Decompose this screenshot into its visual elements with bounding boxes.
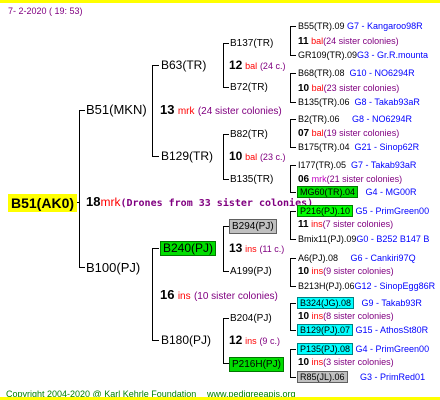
g4-entry: R85(JL).06 G3 - PrimRed01	[297, 371, 425, 384]
connector	[290, 192, 296, 193]
g3-b137-name: B137(TR)	[230, 38, 274, 49]
g2-b63-name: B63(TR)	[161, 58, 207, 72]
g2-b240-name: B240(PJ)	[160, 241, 217, 256]
connector	[223, 43, 229, 44]
g3-b82-info: 07 bal(19 sister colonies)	[298, 128, 400, 139]
g4-entry: B55(TR).09 G7 - Kangaroo98R	[298, 21, 423, 31]
g3-b137-info: 11 bal(24 sister colonies)	[298, 36, 399, 47]
connector	[290, 349, 296, 350]
connector	[290, 377, 296, 378]
connector	[223, 134, 224, 180]
connector	[79, 110, 85, 111]
g4-entry: B175(TR).04 G21 - Sinop62R	[298, 142, 420, 152]
sire-name: B51(MKN)	[86, 102, 147, 117]
connector	[290, 165, 296, 166]
g3-b204-info: 10 ins(8 sister colonies)	[298, 311, 394, 322]
connector	[290, 119, 291, 148]
connector	[290, 119, 296, 120]
connector	[223, 179, 229, 180]
root-info: 18mrk(Drones from 33 sister colonies)	[86, 195, 313, 210]
connector	[290, 55, 296, 56]
g4-entry: P216(PJ).10 G5 - PrimGreen00	[297, 205, 429, 218]
date-header: 7- 2-2020 ( 19: 53)	[8, 6, 83, 16]
g2-b129-info: 10 bal (23 c.)	[229, 149, 286, 163]
g3-p216-info: 10 ins(3 sister colonies)	[298, 357, 394, 368]
connector	[152, 248, 153, 341]
connector	[290, 73, 291, 103]
g4-entry: I177(TR).05 G7 - Takab93aR	[298, 160, 417, 170]
g3-b135-name: B135(TR)	[230, 174, 274, 185]
connector	[290, 330, 296, 331]
g3-b204-name: B204(PJ)	[230, 313, 272, 324]
g3-b82-name: B82(TR)	[230, 129, 268, 140]
root-note: (Drones from 33 sister colonies)	[120, 198, 314, 209]
connector	[223, 43, 224, 88]
dam-info: 16 ins (10 sister colonies)	[160, 287, 278, 302]
g4-entry: P135(PJ).08 G4 - PrimGreen00	[297, 343, 429, 356]
g3-b72-name: B72(TR)	[230, 82, 268, 93]
dam-name: B100(PJ)	[86, 260, 141, 275]
g4-entry: Bmix11(PJ).09G0 - B252 B147 B	[298, 234, 430, 244]
g4-entry: B213H(PJ).06G12 - SinopEgg86R	[298, 281, 436, 291]
g4-entry: B135(TR).06 G8 - Takab93aR	[298, 97, 420, 107]
connector	[290, 286, 296, 287]
g3-b135-info: 06 mrk(21 sister colonies)	[298, 174, 403, 185]
copyright-text: Copyright 2004-2020 @ Karl Kehrle Founda…	[6, 389, 197, 399]
g3-a199-info: 10 ins(9 sister colonies)	[298, 266, 394, 277]
connector	[290, 73, 296, 74]
pedigree-chart: 7- 2-2020 ( 19: 53) B51(AK0) 18mrk(Drone…	[0, 0, 440, 400]
g3-p216-name: P216H(PJ)	[229, 357, 284, 372]
g2-b63-info: 12 bal (24 c.)	[229, 58, 286, 72]
root-num: 18	[86, 194, 101, 209]
connector	[152, 65, 159, 66]
connector	[152, 340, 159, 341]
connector	[290, 258, 291, 287]
connector	[290, 239, 296, 240]
g4-entry: MG60(TR).04 G4 - MG00R	[297, 186, 417, 199]
root-queen: B51(AK0)	[8, 194, 78, 212]
g2-b240-info: 13 ins (11 c.)	[229, 241, 285, 255]
connector	[223, 226, 224, 272]
connector	[290, 26, 296, 27]
g3-a199-name: A199(PJ)	[230, 266, 272, 277]
connector	[152, 156, 159, 157]
connector	[152, 65, 153, 157]
connector	[223, 318, 229, 319]
connector	[152, 248, 159, 249]
g4-entry: B68(TR).08 G10 - NO6294R	[298, 68, 415, 78]
sire-info: 13 mrk (24 sister colonies)	[160, 102, 282, 117]
connector	[223, 318, 224, 364]
g4-entry: A6(PJ).08 G6 - Cankiri97Q	[298, 253, 416, 263]
g3-b72-info: 10 bal(23 sister colonies)	[298, 83, 400, 94]
g4-entry: GR109(TR).09G3 - Gr.R.mounta	[298, 50, 429, 60]
g4-entry: B324(JG).08 G9 - Takab93R	[297, 297, 422, 310]
connector	[79, 110, 80, 268]
g3-b294-info: 11 ins(7 sister colonies)	[298, 219, 394, 230]
root-code: mrk	[100, 195, 121, 209]
g4-entry: B2(TR).06 G8 - NO6294R	[298, 114, 413, 124]
g2-b180-info: 12 ins (9 c.)	[229, 333, 280, 347]
connector	[290, 211, 291, 240]
g2-b180-name: B180(PJ)	[161, 333, 212, 347]
connector	[223, 87, 229, 88]
connector	[290, 102, 296, 103]
connector	[290, 165, 291, 193]
connector	[290, 303, 296, 304]
connector	[290, 211, 296, 212]
connector	[290, 258, 296, 259]
connector	[290, 147, 296, 148]
g2-b129-name: B129(TR)	[161, 149, 214, 163]
g4-entry: B129(PJ).07 G15 - AthosSt80R	[297, 324, 428, 337]
website-link[interactable]: www.pedigreeapis.org	[207, 388, 296, 397]
connector	[290, 303, 291, 331]
connector	[79, 267, 85, 268]
g3-b294-name: B294(PJ)	[229, 219, 277, 234]
connector	[290, 26, 291, 56]
connector	[223, 271, 229, 272]
connector	[290, 349, 291, 378]
connector	[223, 134, 229, 135]
